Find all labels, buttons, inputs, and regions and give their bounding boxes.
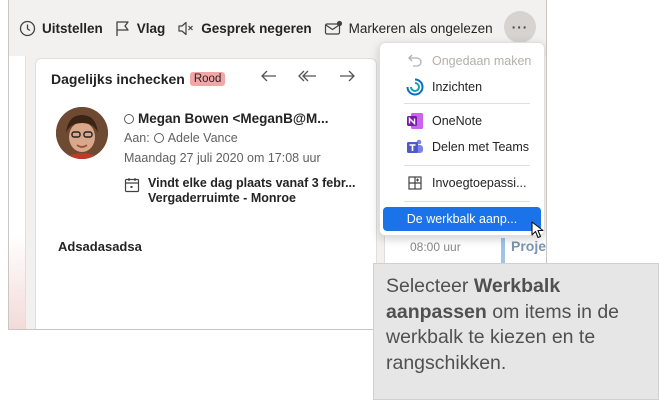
event-info[interactable]: Vindt elke dag plaats vanaf 3 febr... Ve… <box>124 176 355 206</box>
recipient-presence-icon <box>153 133 164 143</box>
snooze-label: Uitstellen <box>42 20 103 36</box>
menu-label: Delen met Teams <box>432 140 530 154</box>
more-options-button[interactable]: ··· <box>504 11 536 43</box>
undo-icon <box>408 54 422 67</box>
forward-icon[interactable] <box>338 68 356 84</box>
calendar-time: 08:00 uur <box>410 240 461 254</box>
subject-text: Dagelijks inchecken <box>51 71 185 87</box>
teams-icon <box>407 139 423 153</box>
mute-icon <box>178 21 194 35</box>
menu-separator <box>404 201 530 202</box>
menu-separator <box>404 103 530 104</box>
menu-item-undo: Ongedaan maken <box>380 49 546 73</box>
envelope-dot-icon <box>324 20 342 35</box>
snooze-button[interactable]: Uitstellen <box>19 20 103 37</box>
mark-unread-label: Markeren als ongelezen <box>348 20 493 36</box>
menu-label: De werkbalk aanp... <box>406 212 518 226</box>
mark-unread-button[interactable]: Markeren als ongelezen <box>324 20 493 37</box>
more-options-menu: Ongedaan maken Inzichten OneNote Delen m… <box>379 42 545 236</box>
recipient-name[interactable]: Adele Vance <box>168 131 238 145</box>
category-tag[interactable]: Rood <box>189 72 226 86</box>
menu-separator <box>404 165 530 166</box>
clock-icon <box>19 20 36 36</box>
insights-icon <box>406 78 424 96</box>
sent-date: Maandag 27 juli 2020 om 17:08 uur <box>124 151 321 165</box>
menu-label: Inzichten <box>432 80 483 94</box>
message-subject: Dagelijks inchecken Rood <box>51 71 226 87</box>
message-list-edge <box>9 56 26 329</box>
menu-item-share-teams[interactable]: Delen met Teams <box>380 135 546 159</box>
flag-icon <box>116 20 129 36</box>
menu-label: Ongedaan maken <box>432 54 532 68</box>
ignore-conversation-button[interactable]: Gesprek negeren <box>177 20 312 37</box>
menu-label: OneNote <box>432 114 483 128</box>
reading-pane: Dagelijks inchecken Rood Megan Bowen <Me… <box>35 58 377 329</box>
presence-icon <box>124 113 134 124</box>
callout-pre: Selecteer <box>386 275 474 297</box>
flag-label: Vlag <box>136 20 166 36</box>
message-actions <box>260 68 356 84</box>
menu-item-insights[interactable]: Inzichten <box>380 75 546 99</box>
instruction-callout: Selecteer Werkbalk aanpassen om items in… <box>373 263 659 400</box>
event-text: Vindt elke dag plaats vanaf 3 febr... Ve… <box>148 176 355 206</box>
menu-item-addins[interactable]: Invoegtoepassi... <box>380 171 546 195</box>
sender-text: Megan Bowen <MeganB@M... <box>138 111 329 126</box>
menu-label: Invoegtoepassi... <box>432 176 527 190</box>
sender-avatar[interactable] <box>56 107 108 159</box>
menu-item-customize-toolbar[interactable]: De werkbalk aanp... <box>383 207 541 231</box>
reply-all-icon[interactable] <box>298 68 318 84</box>
flag-button[interactable]: Vlag <box>115 20 166 37</box>
menu-item-onenote[interactable]: OneNote <box>380 109 546 133</box>
ignore-label: Gesprek negeren <box>201 20 312 36</box>
to-label: Aan: <box>124 131 150 145</box>
onenote-icon <box>407 113 423 129</box>
addins-icon <box>408 176 422 190</box>
sender-name[interactable]: Megan Bowen <MeganB@M... <box>124 111 329 126</box>
mouse-pointer-icon <box>531 221 544 239</box>
event-recurrence: Vindt elke dag plaats vanaf 3 febr... <box>148 176 356 190</box>
event-location: Vergaderruimte - Monroe <box>148 191 296 205</box>
calendar-icon <box>124 178 140 193</box>
message-body: Adsadasadsa <box>58 239 142 254</box>
reply-icon[interactable] <box>260 68 278 84</box>
recipients: Aan: Adele Vance <box>124 131 238 145</box>
